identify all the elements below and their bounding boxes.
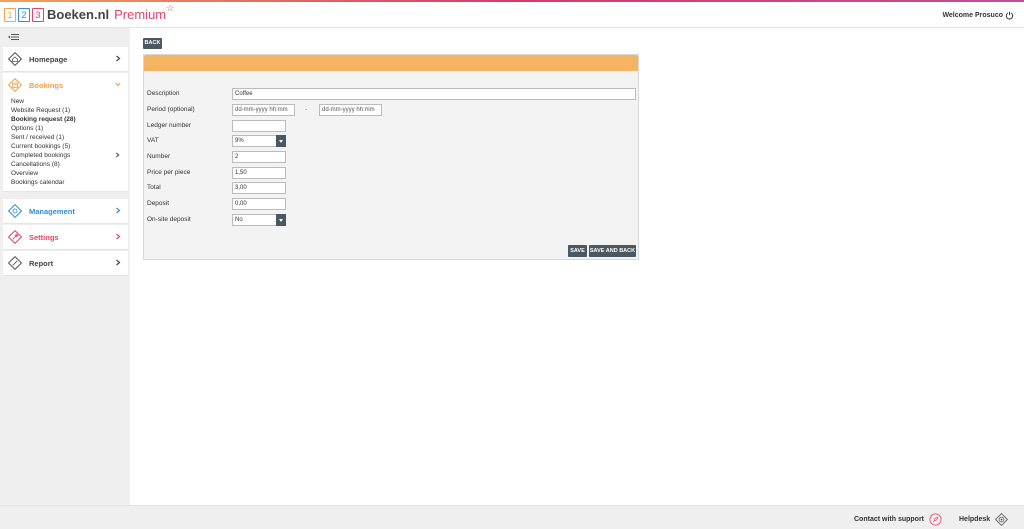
vat-label: VAT — [147, 137, 159, 144]
app-header: 1 2 3 Boeken.nl Premium ☆ Welcome Prosuc… — [0, 2, 1024, 28]
helpdesk-label: Helpdesk — [959, 516, 991, 523]
nav-homepage-label: Homepage — [29, 54, 68, 64]
bookings-item-website-request[interactable]: Website Request (1) — [11, 106, 128, 115]
nav-bookings-header[interactable]: Bookings — [3, 73, 128, 97]
chevron-right-icon — [115, 152, 120, 158]
dropdown-arrow-icon[interactable] — [276, 214, 286, 226]
power-icon[interactable] — [1005, 11, 1014, 20]
settings-icon — [8, 230, 22, 244]
logo-digit-3: 3 — [32, 7, 44, 22]
dropdown-arrow-icon[interactable] — [276, 135, 286, 147]
ledger-input[interactable] — [232, 120, 286, 132]
nav-homepage[interactable]: Homepage — [3, 47, 128, 72]
house-icon — [8, 52, 22, 66]
nav-management[interactable]: Management — [3, 199, 128, 224]
sidebar: Homepage Bookings New Website Request (1… — [0, 28, 130, 505]
total-input[interactable]: 3,00 — [232, 182, 286, 194]
bookings-item-options[interactable]: Options (1) — [11, 124, 128, 133]
deposit-input[interactable]: 0,00 — [232, 198, 286, 210]
chevron-right-icon — [116, 55, 121, 62]
vat-selected-value: 9% — [235, 138, 244, 144]
bookings-item-booking-request[interactable]: Booking request (28) — [11, 115, 128, 124]
footer: Contact with support Helpdesk — [0, 505, 1024, 529]
chevron-right-icon — [116, 259, 121, 266]
period-start-input[interactable]: dd-mm-yyyy hh:mm — [232, 104, 295, 116]
management-icon — [8, 204, 22, 218]
lifebuoy-icon — [995, 513, 1009, 526]
price-input[interactable]: 1,50 — [232, 167, 286, 179]
total-label: Total — [147, 184, 161, 191]
logo[interactable]: 1 2 3 Boeken.nl Premium ☆ — [4, 3, 174, 22]
chevron-right-icon — [116, 233, 121, 240]
premium-star-icon: ☆ — [166, 3, 175, 13]
chevron-right-icon — [116, 207, 121, 214]
save-button[interactable]: SAVE — [568, 245, 587, 257]
rocket-icon — [929, 513, 942, 526]
ledger-label: Ledger number — [147, 122, 192, 129]
menu-collapse-icon[interactable] — [8, 33, 20, 41]
bookings-item-new[interactable]: New — [11, 97, 128, 106]
period-end-input[interactable]: dd-mm-yyyy hh:mm — [319, 104, 382, 116]
nav-settings-label: Settings — [29, 232, 59, 242]
bookings-item-completed[interactable]: Completed bookings — [11, 151, 128, 160]
brand-name: Boeken.nl — [47, 7, 110, 22]
nav-bookings-label: Bookings — [29, 80, 64, 90]
nav-settings[interactable]: Settings — [3, 225, 128, 250]
nav-report[interactable]: Report — [3, 251, 128, 276]
save-and-back-button[interactable]: SAVE AND BACK — [589, 245, 636, 257]
welcome-text: Welcome Prosuco — [942, 12, 1003, 19]
price-label: Price per piece — [147, 169, 191, 176]
back-button[interactable]: BACK — [143, 38, 162, 49]
booking-item-form: Description Coffee Period (optional) dd-… — [143, 54, 639, 260]
contact-support-label: Contact with support — [854, 516, 924, 523]
onsite-deposit-select[interactable]: No — [232, 214, 286, 226]
description-label: Description — [147, 90, 180, 97]
logo-digit-1: 1 — [4, 7, 16, 22]
logo-digit-2: 2 — [18, 7, 30, 22]
bookings-submenu: New Website Request (1) Booking request … — [3, 97, 128, 191]
number-label: Number — [147, 153, 171, 160]
welcome-user[interactable]: Welcome Prosuco — [942, 11, 1014, 20]
onsite-deposit-label: On-site deposit — [147, 216, 191, 223]
bookings-item-current[interactable]: Current bookings (5) — [11, 142, 128, 151]
deposit-label: Deposit — [147, 200, 170, 207]
bookings-item-sent-received[interactable]: Sent / received (1) — [11, 133, 128, 142]
nav-report-label: Report — [29, 258, 54, 268]
period-label: Period (optional) — [147, 106, 195, 113]
number-input[interactable]: 2 — [232, 151, 286, 163]
onsite-selected-value: No — [235, 217, 243, 223]
brand-premium: Premium — [114, 7, 167, 22]
bookings-item-calendar[interactable]: Bookings calendar — [11, 178, 128, 187]
nav-bookings: Bookings New Website Request (1) Booking… — [3, 73, 128, 192]
period-separator: - — [305, 106, 308, 113]
bookings-item-completed-label: Completed bookings — [11, 152, 71, 159]
bookings-icon — [8, 78, 22, 92]
chevron-down-icon — [115, 82, 121, 87]
description-input[interactable]: Coffee — [232, 88, 636, 100]
vat-select[interactable]: 9% — [232, 135, 286, 147]
bookings-item-overview[interactable]: Overview — [11, 169, 128, 178]
report-icon — [8, 256, 22, 270]
helpdesk-link[interactable]: Helpdesk — [959, 513, 1009, 526]
bookings-item-cancellations[interactable]: Cancellations (8) — [11, 160, 128, 169]
nav-management-label: Management — [29, 206, 75, 216]
form-header-bar — [144, 55, 638, 71]
contact-support-link[interactable]: Contact with support — [854, 513, 942, 526]
